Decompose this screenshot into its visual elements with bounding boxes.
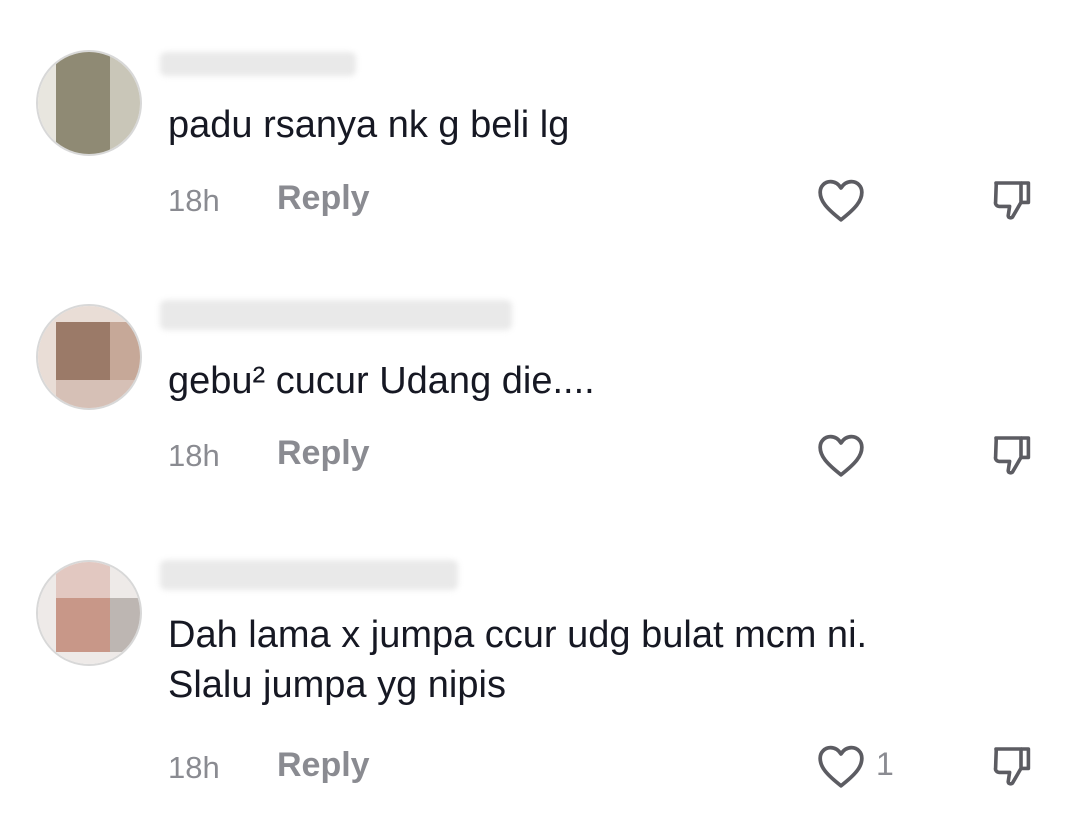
reply-button[interactable]: Reply xyxy=(277,746,370,785)
comment-timestamp: 18h xyxy=(168,183,220,218)
thumbs-down-outline-icon xyxy=(993,747,1031,786)
avatar[interactable] xyxy=(36,304,142,410)
avatar-blur-tile xyxy=(56,562,110,598)
reply-button[interactable]: Reply xyxy=(277,179,370,218)
username-redacted[interactable] xyxy=(160,560,458,590)
username-redacted[interactable] xyxy=(160,300,512,330)
avatar-blur-tile xyxy=(56,322,110,380)
avatar[interactable] xyxy=(36,560,142,666)
comment-text: Dah lama x jumpa ccur udg bulat mcm ni. … xyxy=(168,614,868,706)
dislike-button[interactable] xyxy=(988,742,1038,792)
avatar-blur-tile xyxy=(110,322,140,380)
heart-outline-icon xyxy=(818,179,864,222)
like-button[interactable] xyxy=(816,431,868,479)
dislike-button[interactable] xyxy=(988,176,1038,226)
reply-button[interactable]: Reply xyxy=(277,434,370,473)
avatar-blur-tile xyxy=(56,380,136,408)
username-redacted[interactable] xyxy=(160,52,356,76)
comment-text: padu rsanya nk g beli lg xyxy=(168,104,570,146)
heart-outline-icon xyxy=(818,745,864,788)
like-count: 1 xyxy=(876,746,894,782)
like-button[interactable] xyxy=(816,176,868,224)
comment-text: gebu² cucur Udang die.... xyxy=(168,360,595,402)
avatar-blur-tile xyxy=(56,52,110,154)
thumbs-down-outline-icon xyxy=(993,181,1031,220)
comment-timestamp: 18h xyxy=(168,438,220,473)
avatar-blur-tile xyxy=(110,52,140,154)
thumbs-down-outline-icon xyxy=(993,436,1031,475)
dislike-button[interactable] xyxy=(988,431,1038,481)
comment-timestamp: 18h xyxy=(168,750,220,785)
like-button[interactable] xyxy=(816,742,868,790)
avatar[interactable] xyxy=(36,50,142,156)
avatar-blur-tile xyxy=(110,598,140,652)
heart-outline-icon xyxy=(818,434,864,477)
avatar-blur-tile xyxy=(56,598,110,652)
